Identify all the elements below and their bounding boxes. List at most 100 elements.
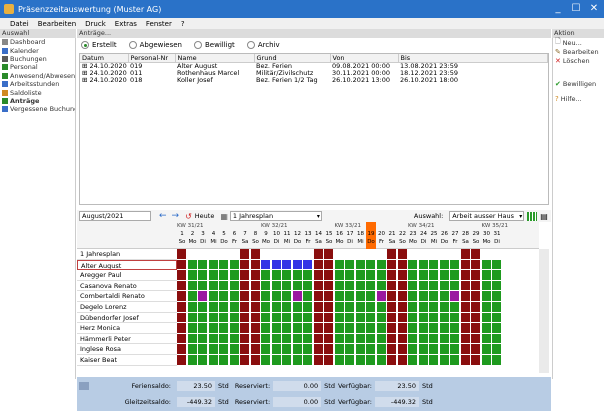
plan-cell[interactable] xyxy=(376,355,387,366)
plan-cell[interactable] xyxy=(240,280,250,292)
plan-cell[interactable] xyxy=(460,333,471,345)
plan-cell[interactable] xyxy=(345,280,355,292)
plan-cell[interactable] xyxy=(408,344,418,355)
plan-cell[interactable] xyxy=(429,291,439,302)
plan-cell[interactable] xyxy=(439,302,450,313)
plan-cell[interactable] xyxy=(313,323,324,334)
plan-cell[interactable] xyxy=(240,323,250,334)
plan-cell[interactable] xyxy=(418,302,429,313)
plan-cell[interactable] xyxy=(471,270,481,281)
color-legend-icon[interactable] xyxy=(527,211,538,221)
plan-cell[interactable] xyxy=(261,302,271,313)
plan-cell[interactable] xyxy=(324,312,334,324)
employee-name[interactable]: Hämmerli Peter xyxy=(77,334,177,345)
plan-cell[interactable] xyxy=(397,323,408,334)
plan-cell[interactable] xyxy=(355,323,366,334)
employee-name[interactable]: Degelo Lorenz xyxy=(77,302,177,313)
plan-cell[interactable] xyxy=(303,249,313,260)
nav-item-2[interactable]: Kalender xyxy=(0,46,75,55)
nav-item-4[interactable]: Personal xyxy=(0,63,75,71)
plan-cell[interactable] xyxy=(376,312,387,324)
plan-cell[interactable] xyxy=(250,333,261,345)
plan-cell[interactable] xyxy=(387,270,397,281)
plan-cell[interactable] xyxy=(397,333,408,345)
plan-cell[interactable] xyxy=(397,259,408,271)
plan-cell[interactable] xyxy=(292,280,303,292)
plan-cell[interactable] xyxy=(240,249,250,260)
plan-cell[interactable] xyxy=(282,302,292,313)
plan-cell[interactable] xyxy=(376,270,387,281)
plan-cell[interactable] xyxy=(450,291,460,302)
plan-cell[interactable] xyxy=(345,249,355,260)
plan-cell[interactable] xyxy=(313,355,324,366)
plan-cell[interactable] xyxy=(460,280,471,292)
plan-cell[interactable] xyxy=(376,344,387,355)
plan-cell[interactable] xyxy=(303,355,313,366)
plan-cell[interactable] xyxy=(439,323,450,334)
plan-cell[interactable] xyxy=(397,249,408,260)
nav-item-1[interactable]: Dashboard xyxy=(0,38,75,46)
plan-cell[interactable] xyxy=(313,312,324,324)
plan-cell[interactable] xyxy=(324,270,334,281)
plan-cell[interactable] xyxy=(355,312,366,324)
plan-cell[interactable] xyxy=(187,355,198,366)
plan-cell[interactable] xyxy=(324,280,334,292)
plan-cell[interactable] xyxy=(492,333,502,345)
plan-cell[interactable] xyxy=(187,291,198,302)
plan-cell[interactable] xyxy=(292,323,303,334)
plan-cell[interactable] xyxy=(250,259,261,271)
plan-cell[interactable] xyxy=(345,312,355,324)
plan-cell[interactable] xyxy=(492,312,502,324)
plan-cell[interactable] xyxy=(355,280,366,292)
plan-cell[interactable] xyxy=(229,323,240,334)
plan-cell[interactable] xyxy=(345,302,355,313)
plan-cell[interactable] xyxy=(187,312,198,324)
plan-cell[interactable] xyxy=(261,249,271,260)
plan-cell[interactable] xyxy=(366,302,376,313)
plan-cell[interactable] xyxy=(187,344,198,355)
plan-cell[interactable] xyxy=(313,270,324,281)
action-approve[interactable]: ✔ Bewilligen xyxy=(553,79,604,88)
plan-cell[interactable] xyxy=(429,355,439,366)
plan-cell[interactable] xyxy=(177,270,187,281)
table-row[interactable]: ⊞ 24.10.2020 019 Alter August Bez. Ferien 09… xyxy=(80,63,548,71)
plan-cell[interactable] xyxy=(219,333,229,345)
plan-cell[interactable] xyxy=(345,323,355,334)
plan-cell[interactable] xyxy=(492,291,502,302)
table-row[interactable]: ⊞ 24.10.2020 018 Koller Josef Bez. Ferien 1… xyxy=(80,77,548,84)
menu-fenster[interactable]: Fenster xyxy=(146,20,172,28)
plan-cell[interactable] xyxy=(345,333,355,345)
plan-cell[interactable] xyxy=(303,344,313,355)
action-help[interactable]: ? Hilfe... xyxy=(553,94,604,103)
plan-cell[interactable] xyxy=(429,249,439,260)
plan-cell[interactable] xyxy=(282,249,292,260)
action-delete[interactable]: ✕ Löschen xyxy=(553,56,604,65)
plan-cell[interactable] xyxy=(429,259,439,271)
plan-cell[interactable] xyxy=(198,302,208,313)
plan-cell[interactable] xyxy=(355,333,366,345)
plan-cell[interactable] xyxy=(460,302,471,313)
plan-cell[interactable] xyxy=(429,333,439,345)
plan-cell[interactable] xyxy=(418,344,429,355)
plan-cell[interactable] xyxy=(387,291,397,302)
plan-cell[interactable] xyxy=(303,291,313,302)
plan-cell[interactable] xyxy=(450,259,460,271)
plan-cell[interactable] xyxy=(292,355,303,366)
employee-name[interactable]: Casanova Renato xyxy=(77,281,177,292)
plan-cell[interactable] xyxy=(240,291,250,302)
employee-name[interactable]: Dübendorfer Josef xyxy=(77,313,177,324)
plan-cell[interactable] xyxy=(366,270,376,281)
plan-cell[interactable] xyxy=(418,270,429,281)
auswahl-select[interactable]: Arbeit ausser Haus ▾ xyxy=(449,211,525,221)
plan-cell[interactable] xyxy=(303,333,313,345)
plan-cell[interactable] xyxy=(271,259,282,271)
nav-item-6[interactable]: Arbeitsstunden xyxy=(0,80,75,88)
plan-cell[interactable] xyxy=(177,259,187,271)
plan-cell[interactable] xyxy=(460,323,471,334)
plan-cell[interactable] xyxy=(303,312,313,324)
plan-cell[interactable] xyxy=(250,291,261,302)
plan-cell[interactable] xyxy=(481,312,492,324)
plan-cell[interactable] xyxy=(250,280,261,292)
plan-cell[interactable] xyxy=(345,355,355,366)
plan-cell[interactable] xyxy=(334,280,345,292)
